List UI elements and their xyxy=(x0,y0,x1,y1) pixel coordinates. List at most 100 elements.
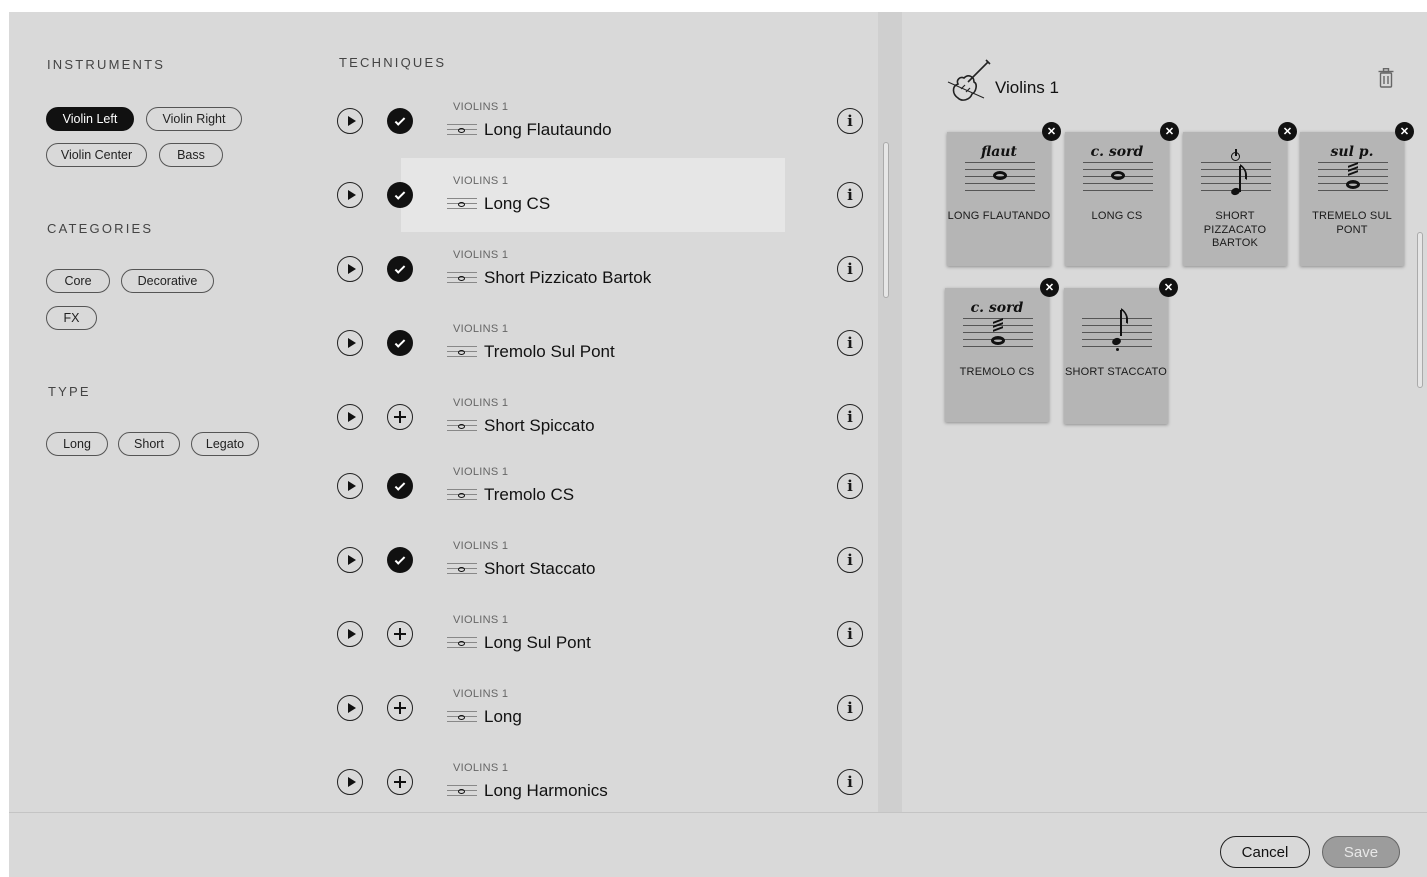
remove-icon[interactable]: ✕ xyxy=(1159,278,1178,297)
card-marking: c. sord xyxy=(970,300,1024,316)
staff-notation-icon xyxy=(447,709,477,725)
technique-card[interactable]: SHORT PIZZACATO BARTOK ✕ xyxy=(1183,122,1297,266)
technique-name: Long CS xyxy=(484,194,551,213)
info-icon[interactable]: i xyxy=(837,182,863,208)
add-icon[interactable] xyxy=(387,769,413,795)
card-label: LONG CS xyxy=(1091,210,1143,222)
technique-row[interactable]: VIOLINS 1 Long i xyxy=(329,671,869,743)
remove-icon[interactable]: ✕ xyxy=(1278,122,1297,141)
info-icon[interactable]: i xyxy=(837,695,863,721)
cancel-button[interactable]: Cancel xyxy=(1220,836,1310,868)
checkmark-icon[interactable] xyxy=(387,473,413,499)
filter-violin-left[interactable]: Violin Left xyxy=(46,107,134,131)
info-icon[interactable]: i xyxy=(837,473,863,499)
card-staff xyxy=(1082,307,1152,351)
technique-row[interactable]: VIOLINS 1 Long CS i xyxy=(329,158,869,232)
filter-short[interactable]: Short xyxy=(118,432,180,456)
technique-row[interactable]: VIOLINS 1 Long Harmonics i xyxy=(329,745,869,817)
staff-notation-icon xyxy=(447,122,477,138)
technique-name: Long Harmonics xyxy=(484,781,608,800)
technique-name: Tremolo Sul Pont xyxy=(484,342,615,361)
remove-icon[interactable]: ✕ xyxy=(1042,122,1061,141)
card-marking: c. sord xyxy=(1090,144,1144,160)
techniques-scrollbar[interactable] xyxy=(883,142,889,298)
remove-icon[interactable]: ✕ xyxy=(1040,278,1059,297)
checkmark-icon[interactable] xyxy=(387,256,413,282)
filter-bass[interactable]: Bass xyxy=(159,143,223,167)
technique-instrument: VIOLINS 1 xyxy=(453,323,509,335)
card-label: SHORT STACCATO xyxy=(1064,366,1168,378)
selection-scrollbar[interactable] xyxy=(1417,232,1423,388)
filter-violin-center[interactable]: Violin Center xyxy=(46,143,147,167)
technique-instrument: VIOLINS 1 xyxy=(453,540,509,552)
filter-core[interactable]: Core xyxy=(46,269,110,293)
filter-long[interactable]: Long xyxy=(46,432,108,456)
checkmark-icon[interactable] xyxy=(387,330,413,356)
staff-notation-icon xyxy=(447,487,477,503)
play-icon[interactable] xyxy=(337,621,363,647)
info-icon[interactable]: i xyxy=(837,621,863,647)
staff-notation-icon xyxy=(447,270,477,286)
card-label: TREMELO SUL PONT xyxy=(1312,210,1392,236)
filter-fx[interactable]: FX xyxy=(46,306,97,330)
play-icon[interactable] xyxy=(337,108,363,134)
info-icon[interactable]: i xyxy=(837,330,863,356)
add-icon[interactable] xyxy=(387,695,413,721)
technique-card[interactable]: flaut LONG FLAUTANDO ✕ xyxy=(947,122,1061,266)
play-icon[interactable] xyxy=(337,473,363,499)
technique-card[interactable]: sul p. TREMELO SUL PONT ✕ xyxy=(1300,122,1414,266)
technique-row[interactable]: VIOLINS 1 Long Flautaundo i xyxy=(329,84,869,156)
technique-card[interactable]: c. sord TREMOLO CS ✕ xyxy=(945,278,1059,422)
play-icon[interactable] xyxy=(337,695,363,721)
info-icon[interactable]: i xyxy=(837,769,863,795)
card-label: LONG FLAUTANDO xyxy=(947,210,1051,222)
play-icon[interactable] xyxy=(337,256,363,282)
save-button[interactable]: Save xyxy=(1322,836,1400,868)
technique-row[interactable]: VIOLINS 1 Short Spiccato i xyxy=(329,380,869,452)
technique-row[interactable]: VIOLINS 1 Long Sul Pont i xyxy=(329,597,869,669)
info-icon[interactable]: i xyxy=(837,547,863,573)
play-icon[interactable] xyxy=(337,404,363,430)
add-icon[interactable] xyxy=(387,621,413,647)
info-icon[interactable]: i xyxy=(837,256,863,282)
technique-card[interactable]: c. sord LONG CS ✕ xyxy=(1065,122,1179,266)
remove-icon[interactable]: ✕ xyxy=(1395,122,1414,141)
technique-row[interactable]: VIOLINS 1 Tremolo Sul Pont i xyxy=(329,306,869,378)
technique-row[interactable]: VIOLINS 1 Tremolo CS i xyxy=(329,449,869,521)
play-icon[interactable] xyxy=(337,330,363,356)
technique-instrument: VIOLINS 1 xyxy=(453,614,509,626)
card-staff xyxy=(1201,149,1271,197)
play-icon[interactable] xyxy=(337,547,363,573)
play-icon[interactable] xyxy=(337,182,363,208)
staff-notation-icon xyxy=(447,783,477,799)
play-icon[interactable] xyxy=(337,769,363,795)
info-icon[interactable]: i xyxy=(837,404,863,430)
technique-name: Tremolo CS xyxy=(484,485,575,504)
staff-notation-icon xyxy=(447,561,477,577)
card-staff xyxy=(1318,162,1388,192)
technique-instrument: VIOLINS 1 xyxy=(453,249,509,261)
technique-card[interactable]: SHORT STACCATO ✕ xyxy=(1064,278,1178,424)
add-icon[interactable] xyxy=(387,404,413,430)
list-scroll-track xyxy=(878,12,902,812)
technique-row[interactable]: VIOLINS 1 Short Staccato i xyxy=(329,523,869,595)
checkmark-icon[interactable] xyxy=(387,108,413,134)
card-marking: sul p. xyxy=(1330,144,1374,160)
filter-decorative[interactable]: Decorative xyxy=(121,269,214,293)
technique-row[interactable]: VIOLINS 1 Short Pizzicato Bartok i xyxy=(329,232,869,304)
filter-violin-right[interactable]: Violin Right xyxy=(146,107,242,131)
card-staff xyxy=(1083,162,1153,192)
technique-name: Long Sul Pont xyxy=(484,633,591,652)
checkmark-icon[interactable] xyxy=(387,182,413,208)
info-icon[interactable]: i xyxy=(837,108,863,134)
techniques-heading: TECHNIQUES xyxy=(339,55,447,70)
type-heading: TYPE xyxy=(48,384,91,399)
filter-legato[interactable]: Legato xyxy=(191,432,259,456)
card-label: SHORT PIZZACATO BARTOK xyxy=(1203,210,1267,249)
categories-heading: CATEGORIES xyxy=(47,221,154,236)
instruments-heading: INSTRUMENTS xyxy=(47,57,166,72)
technique-name: Short Spiccato xyxy=(484,416,595,435)
remove-icon[interactable]: ✕ xyxy=(1160,122,1179,141)
trash-icon[interactable] xyxy=(1378,68,1394,88)
checkmark-icon[interactable] xyxy=(387,547,413,573)
